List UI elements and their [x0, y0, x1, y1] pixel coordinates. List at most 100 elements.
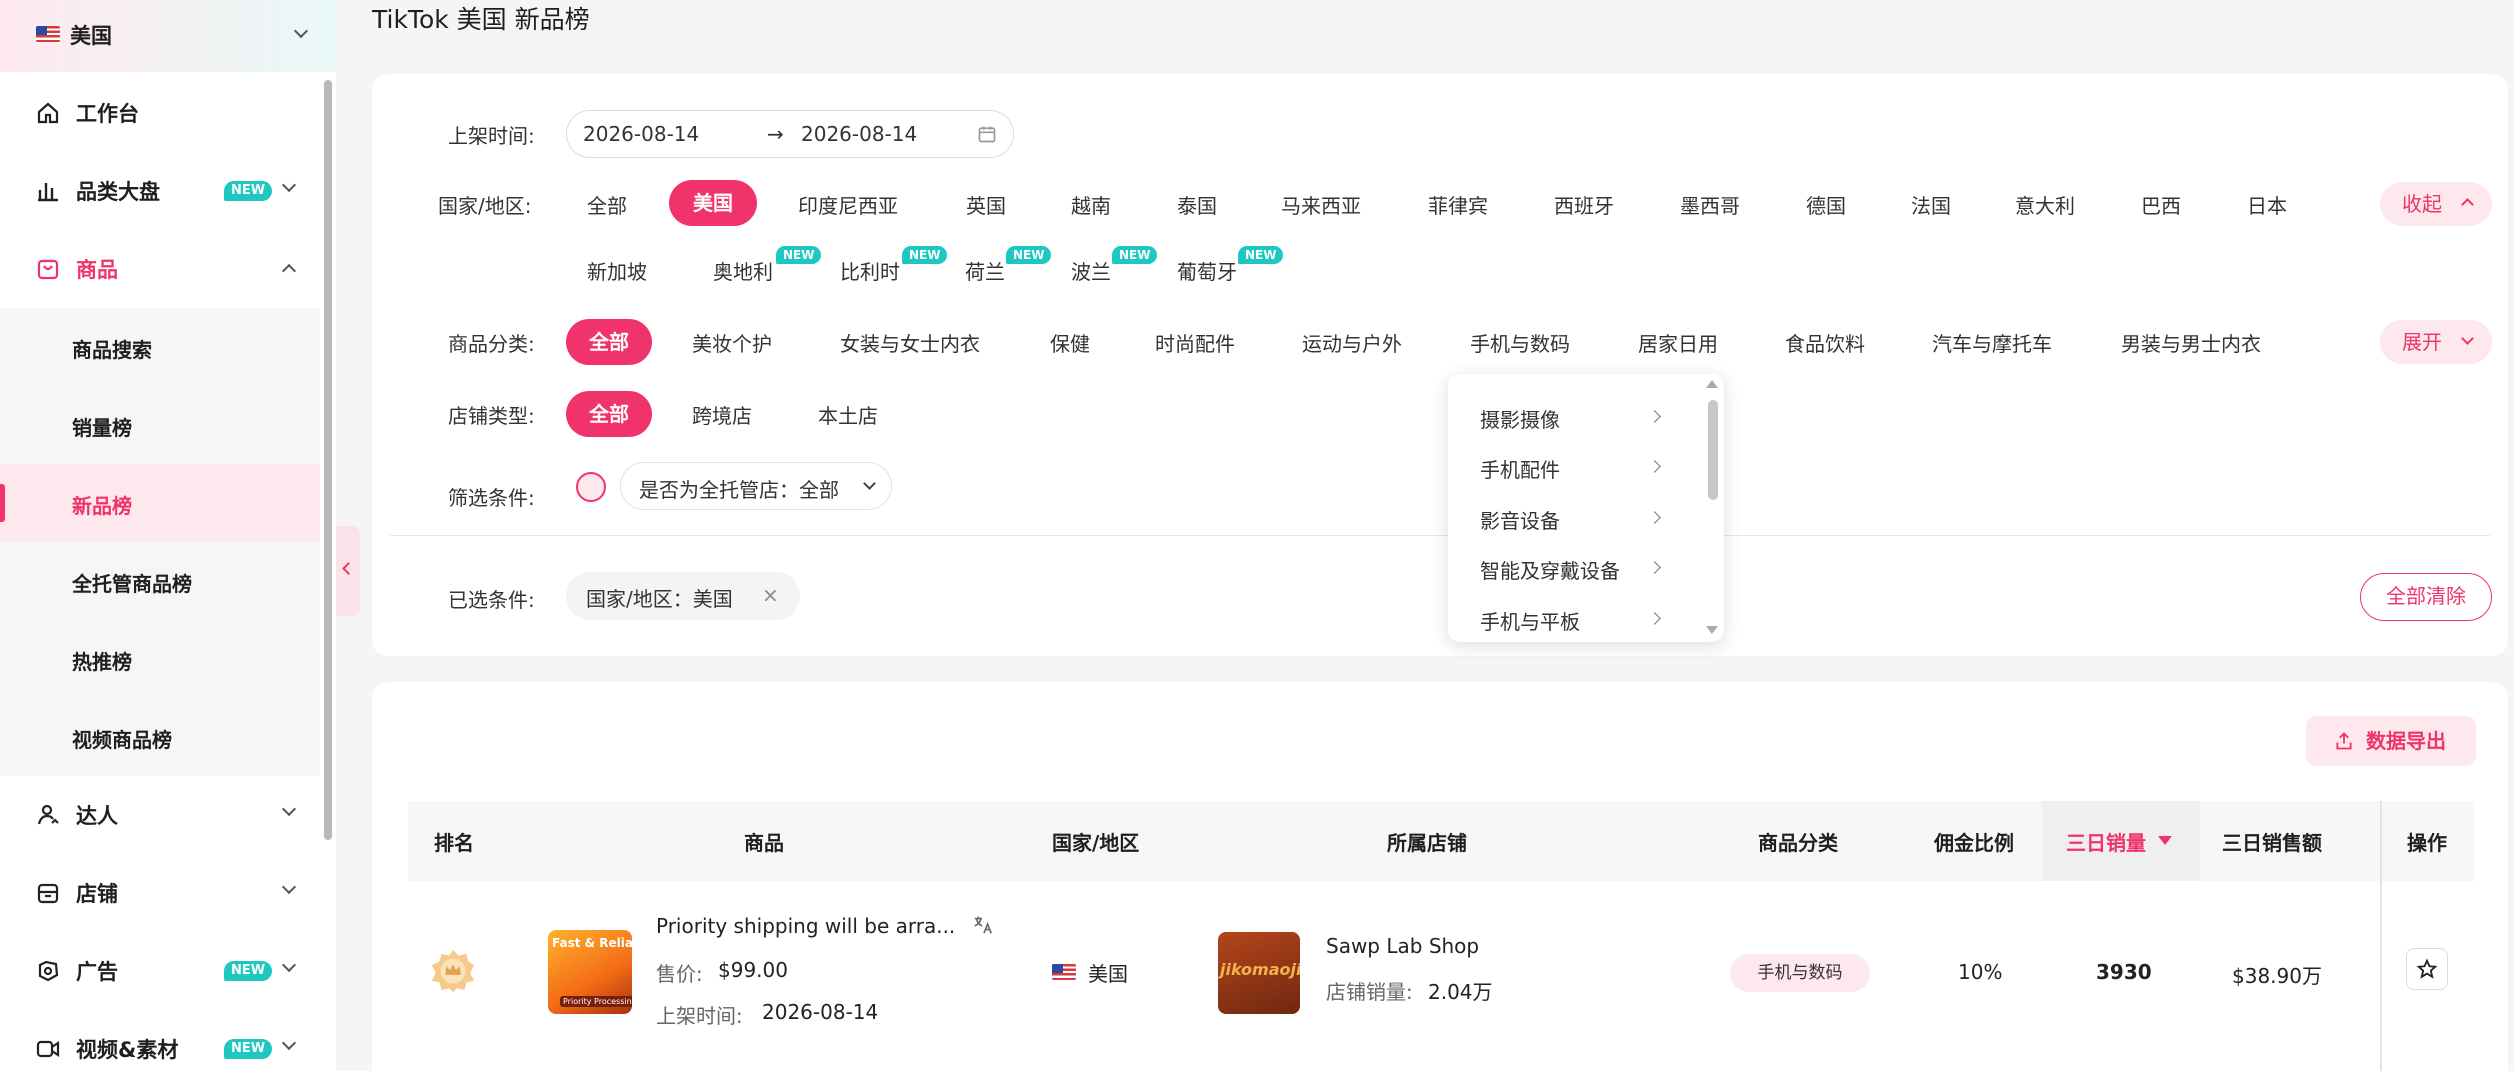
sub-item-new-rank[interactable]: 新品榜 [0, 464, 320, 542]
nav-item-stores[interactable]: 店铺 [0, 854, 320, 932]
shop-name[interactable]: Sawp Lab Shop [1326, 934, 1479, 958]
category-chip-womenswear[interactable]: 女装与女士内衣 [840, 328, 980, 357]
country-chip-philippines[interactable]: 菲律宾 [1428, 190, 1488, 219]
nav-item-products[interactable]: 商品 [0, 230, 320, 308]
dropdown-item-audio-video[interactable]: 影音设备 [1448, 493, 1688, 543]
store-type-chip-cross-border[interactable]: 跨境店 [692, 400, 752, 429]
collapse-countries-button[interactable]: 收起 [2380, 182, 2492, 226]
new-badge: NEW [224, 961, 273, 981]
price-label: 售价: [656, 962, 703, 986]
sidebar-collapse-button[interactable] [336, 526, 360, 616]
th-shop: 所属店铺 [1387, 831, 1467, 855]
expand-categories-button[interactable]: 展开 [2380, 320, 2492, 364]
nav-item-creators[interactable]: 达人 [0, 776, 320, 854]
category-chip-auto[interactable]: 汽车与摩托车 [1932, 328, 2052, 357]
nav-item-ads[interactable]: 广告 NEW [0, 932, 320, 1010]
category-chip-beauty[interactable]: 美妆个护 [692, 328, 772, 357]
translate-icon[interactable] [972, 914, 994, 936]
listing-date: 2026-08-14 [762, 1000, 879, 1024]
store-type-chip-local[interactable]: 本土店 [818, 400, 878, 429]
country-chip-mexico[interactable]: 墨西哥 [1680, 190, 1740, 219]
category-chip-phones-digital[interactable]: 手机与数码 [1470, 328, 1570, 357]
chevron-down-icon [281, 957, 297, 973]
date-range-picker[interactable]: 2026-08-14 → 2026-08-14 [566, 110, 1014, 158]
chevron-right-icon [1648, 561, 1661, 574]
country-chip-singapore[interactable]: 新加坡 [587, 256, 647, 285]
dropdown-item-label: 手机与平板 [1480, 610, 1580, 634]
sub-item-sales-rank[interactable]: 销量榜 [0, 386, 320, 464]
dropdown-item-wearables[interactable]: 智能及穿戴设备 [1448, 543, 1688, 593]
chevron-up-icon [281, 263, 297, 279]
country-chip-spain[interactable]: 西班牙 [1554, 190, 1614, 219]
category-chip-menswear[interactable]: 男装与男士内衣 [2121, 328, 2261, 357]
dropdown-item-phone-accessories[interactable]: 手机配件 [1448, 442, 1688, 492]
export-label: 数据导出 [2366, 729, 2446, 753]
country-value: 美国 [1088, 962, 1128, 986]
sort-desc-icon[interactable] [2158, 836, 2172, 845]
sub-item-managed-rank[interactable]: 全托管商品榜 [0, 542, 320, 620]
country-chip-us[interactable]: 美国 [669, 180, 757, 226]
shop-avatar[interactable]: jikomaoji [1218, 932, 1300, 1014]
export-data-button[interactable]: 数据导出 [2306, 716, 2476, 766]
country-chip-germany[interactable]: 德国 [1806, 190, 1846, 219]
sub-item-hot-push[interactable]: 热推榜 [0, 620, 320, 698]
th-sales-3d[interactable]: 三日销量 [2066, 827, 2146, 856]
dropdown-scrollbar[interactable] [1708, 400, 1718, 500]
full-managed-select[interactable]: 是否为全托管店：全部 [620, 462, 892, 510]
category-chip-sports[interactable]: 运动与户外 [1302, 328, 1402, 357]
sub-item-product-search[interactable]: 商品搜索 [0, 308, 320, 386]
dropdown-item-photography[interactable]: 摄影摄像 [1448, 392, 1688, 442]
product-thumbnail[interactable]: Fast & Reliable Priority Processing [548, 930, 632, 1014]
country-chip-netherlands[interactable]: 荷兰 [965, 256, 1005, 285]
category-chip-home[interactable]: 居家日用 [1638, 328, 1718, 357]
country-chip-belgium[interactable]: 比利时 [840, 256, 900, 285]
scroll-down-arrow-icon[interactable] [1706, 626, 1718, 634]
nav-label: 品类大盘 [76, 180, 160, 204]
country-chip-all[interactable]: 全部 [587, 190, 627, 219]
country-chip-brazil[interactable]: 巴西 [2141, 190, 2181, 219]
nav-label: 达人 [76, 804, 118, 828]
region-selector[interactable]: 美国 [0, 0, 336, 72]
th-revenue-3d: 三日销售额 [2222, 831, 2322, 855]
nav-item-category-market[interactable]: 品类大盘 NEW [0, 152, 320, 230]
chevron-down-icon [281, 1035, 297, 1051]
sub-item-video-products[interactable]: 视频商品榜 [0, 698, 320, 776]
category-chip-accessories[interactable]: 时尚配件 [1155, 328, 1235, 357]
upload-icon [2336, 732, 2352, 750]
category-chip-all[interactable]: 全部 [566, 319, 652, 365]
country-chip-thailand[interactable]: 泰国 [1177, 190, 1217, 219]
favorite-button[interactable] [2406, 948, 2448, 990]
country-chip-portugal[interactable]: 葡萄牙 [1177, 256, 1237, 285]
sub-item-label: 新品榜 [72, 494, 132, 518]
country-chip-vietnam[interactable]: 越南 [1071, 190, 1111, 219]
sidebar-scrollbar[interactable] [324, 80, 332, 840]
clear-all-button[interactable]: 全部清除 [2360, 573, 2492, 621]
scroll-up-arrow-icon[interactable] [1706, 380, 1718, 388]
sub-item-label: 全托管商品榜 [72, 572, 192, 596]
nav-item-video-materials[interactable]: 视频&素材 NEW [0, 1010, 320, 1071]
commission-value: 10% [1958, 960, 2003, 984]
condition-label: 筛选条件: [448, 486, 535, 510]
category-tag: 手机与数码 [1730, 954, 1870, 992]
date-start: 2026-08-14 [583, 122, 700, 146]
chevron-right-icon [1648, 410, 1661, 423]
nav-item-workbench[interactable]: 工作台 [0, 74, 320, 152]
country-chip-malaysia[interactable]: 马来西亚 [1281, 190, 1361, 219]
product-title[interactable]: Priority shipping will be arra... [656, 914, 955, 938]
country-chip-uk[interactable]: 英国 [966, 190, 1006, 219]
country-chip-japan[interactable]: 日本 [2247, 190, 2287, 219]
country-chip-austria[interactable]: 奥地利 [713, 256, 773, 285]
country-chip-france[interactable]: 法国 [1911, 190, 1951, 219]
country-chip-italy[interactable]: 意大利 [2015, 190, 2075, 219]
person-icon [37, 804, 59, 825]
fixed-column-divider [2380, 801, 2382, 1071]
dropdown-item-phones-tablets[interactable]: 手机与平板 [1448, 594, 1688, 644]
store-type-chip-all[interactable]: 全部 [566, 391, 652, 437]
filter-card [372, 74, 2508, 656]
new-badge: NEW [776, 246, 822, 264]
country-chip-poland[interactable]: 波兰 [1071, 256, 1111, 285]
category-chip-health[interactable]: 保健 [1050, 328, 1090, 357]
close-icon[interactable]: × [762, 583, 779, 607]
country-chip-indonesia[interactable]: 印度尼西亚 [798, 190, 898, 219]
category-chip-food[interactable]: 食品饮料 [1785, 328, 1865, 357]
